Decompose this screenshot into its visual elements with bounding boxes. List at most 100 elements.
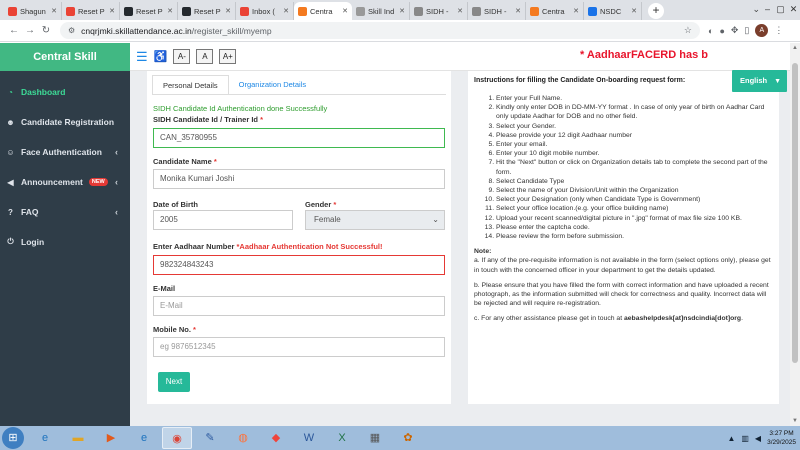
ie-icon[interactable]: e [30,427,60,449]
instruction-step: Enter your 10 digit mobile number. [496,149,773,158]
tab-close-icon[interactable]: ✕ [283,7,289,15]
user-plus-icon: ☻ [6,117,15,127]
browser-tab-title: NSDC [600,6,622,16]
browser-tab[interactable]: Centra ✕ [294,2,352,20]
browser-tab[interactable]: Reset P ✕ [178,2,236,20]
tab-close-icon[interactable]: ✕ [573,7,579,15]
maximize-icon[interactable]: ▢ [774,0,787,20]
network-icon[interactable]: ▥ [741,434,749,443]
helpdesk-email[interactable]: aebashelpdesk[at]nsdcindia[dot]org [624,315,741,322]
new-tab-button[interactable]: + [648,3,664,19]
firefox-icon[interactable]: ◍ [228,427,258,449]
minimize-icon[interactable]: – [761,0,774,20]
instruction-step: Select your Gender. [496,122,773,131]
note-heading: Note: [474,248,492,256]
back-icon[interactable]: ← [6,25,22,36]
browser-tab[interactable]: Reset P ✕ [120,2,178,20]
excel-icon[interactable]: X [327,427,357,449]
browser-tab[interactable]: Centra ✕ [526,2,584,20]
sidebar-item-candidate-registration[interactable]: ☻ Candidate Registration [0,107,130,137]
browser-tab[interactable]: Reset P ✕ [62,2,120,20]
sidepanel-icon[interactable]: ▯ [744,25,749,36]
page-scrollbar[interactable]: ▲ ▼ [790,43,800,426]
next-button[interactable]: Next [158,372,190,392]
chrome-icon[interactable]: ◉ [162,427,192,449]
sidebar-item-announcement[interactable]: ◀ Announcement NEW ‹ [0,167,130,197]
tab-organization-details[interactable]: Organization Details [229,75,317,95]
tab-close-icon[interactable]: ✕ [515,7,521,15]
volume-icon[interactable]: ◀ [755,434,761,443]
sidebar-item-label: Announcement [21,177,83,187]
email-field[interactable]: E-Mail [153,296,445,316]
browser-tab[interactable]: NSDC ✕ [584,2,642,20]
face-icon: ☺ [6,147,15,157]
sidebar-item-login[interactable]: ⏻ Login [0,227,130,257]
aadhaar-label: Enter Aadhaar Number *Aadhaar Authentica… [153,242,383,251]
candidate-id-field[interactable]: CAN_35780955 [153,128,445,148]
folder-icon[interactable]: ▬ [63,427,93,449]
font-increase-button[interactable]: A+ [219,49,237,64]
candidate-name-field[interactable]: Monika Kumari Joshi [153,169,445,189]
sidebar-item-label: Face Authentication [21,147,102,157]
tab-personal-details[interactable]: Personal Details [152,75,229,95]
media-icon[interactable]: ▶ [96,427,126,449]
brand-logo[interactable]: Central Skill [0,43,130,71]
browser-tab[interactable]: Inbox (✕ [236,2,294,20]
forward-icon[interactable]: → [22,25,38,36]
reload-icon[interactable]: ↻ [38,25,54,36]
font-normal-button[interactable]: A [196,49,214,64]
tab-close-icon[interactable]: ✕ [109,7,115,15]
scroll-down-icon[interactable]: ▼ [790,418,800,424]
gender-select[interactable]: Female ⌄ [305,210,445,230]
tab-close-icon[interactable]: ✕ [631,7,637,15]
skill-icon [530,6,539,16]
extensions-puzzle-icon[interactable]: ✥ [731,25,739,36]
mobile-field[interactable]: eg 9876512345 [153,337,445,357]
font-decrease-button[interactable]: A- [173,49,191,64]
instructions-panel: Instructions for filling the Candidate O… [468,71,779,404]
clock[interactable]: 3:27 PM 3/29/2025 [767,429,796,447]
accessibility-icon[interactable]: ♿ [154,50,168,63]
start-button[interactable]: ⊞ [2,427,24,449]
browser-menu-icon[interactable]: ⋮ [774,25,783,36]
anydesk-icon[interactable]: ◆ [261,427,291,449]
sidebar-item-label: Candidate Registration [21,117,115,127]
site-info-icon[interactable]: ⚙ [68,26,75,35]
tool-icon[interactable]: ✎ [195,427,225,449]
scrollbar-thumb[interactable] [792,63,798,363]
instruction-step: Please enter the captcha code. [496,223,773,232]
word-icon[interactable]: W [294,427,324,449]
tab-close-icon[interactable]: ✕ [167,7,173,15]
aadhaar-error-message: *Aadhaar Authentication Not Successful! [236,242,383,251]
url-input[interactable]: ⚙ cnqrjmki.skillattendance.ac.in/registe… [60,22,700,39]
scroll-up-icon[interactable]: ▲ [790,45,800,51]
bookmark-star-icon[interactable]: ☆ [684,25,692,36]
sidebar-item-faq[interactable]: ? FAQ ‹ [0,197,130,227]
sidebar-item-dashboard[interactable]: ◔ Dashboard [0,77,130,107]
extension-icon[interactable]: ◐ [708,26,713,36]
tab-close-icon[interactable]: ✕ [399,7,405,15]
browser-tab-title: SIDH - [426,6,449,16]
tab-close-icon[interactable]: ✕ [457,7,463,15]
paint-icon[interactable]: ✿ [393,427,423,449]
browser-tab-title: Centra [542,6,565,16]
tab-close-icon[interactable]: ✕ [51,7,57,15]
aadhaar-field[interactable]: 982324843243 [153,255,445,275]
language-select[interactable]: English ▼ [732,70,787,92]
tab-close-icon[interactable]: ✕ [342,7,348,15]
browser-tab[interactable]: Shagun ✕ [4,2,62,20]
profile-avatar[interactable]: A [755,24,769,37]
hamburger-menu-icon[interactable]: ☰ [136,50,148,63]
calculator-icon[interactable]: ▦ [360,427,390,449]
tab-close-icon[interactable]: ✕ [225,7,231,15]
browser-tab[interactable]: SIDH - ✕ [410,2,468,20]
sidebar-item-face-authentication[interactable]: ☺ Face Authentication ‹ [0,137,130,167]
browser-tab[interactable]: SIDH - ✕ [468,2,526,20]
close-icon[interactable]: ✕ [787,0,800,20]
translate-icon[interactable]: ● [719,26,724,36]
browser-tab[interactable]: Skill Ind ✕ [352,2,410,20]
dob-field[interactable]: 2005 [153,210,293,230]
tray-arrow-icon[interactable]: ▲ [727,434,735,443]
ie2-icon[interactable]: e [129,427,159,449]
tab-search-icon[interactable]: ⌄ [752,4,760,15]
